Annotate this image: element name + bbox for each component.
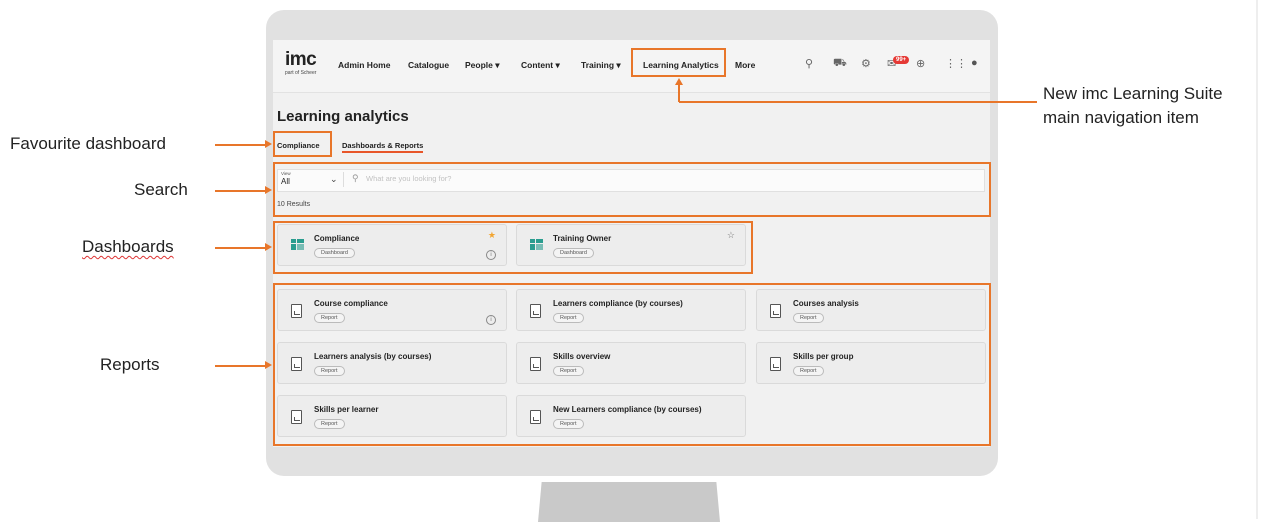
arrow-up-icon — [675, 78, 683, 85]
annotation-line — [215, 365, 265, 367]
monitor-stand — [538, 482, 720, 522]
nav-admin-home[interactable]: Admin Home — [338, 60, 390, 70]
highlight-reports — [273, 283, 991, 446]
search-icon[interactable]: ⚲ — [805, 57, 813, 70]
arrow-right-icon — [265, 361, 272, 369]
nav-people[interactable]: People ▾ — [465, 60, 500, 71]
page-edge-strip — [1256, 0, 1258, 519]
annotation-line — [679, 101, 1037, 103]
annotation-line — [215, 247, 265, 249]
gear-icon[interactable]: ⚙ — [861, 57, 871, 70]
cart-icon[interactable]: ⛟ — [833, 57, 847, 71]
nav-content[interactable]: Content ▾ — [521, 60, 560, 71]
highlight-favourite-tab — [273, 131, 332, 157]
annotation-reports: Reports — [100, 355, 160, 374]
active-tab-indicator — [342, 151, 423, 153]
globe-icon[interactable]: ⊕ — [916, 57, 925, 70]
highlight-dashboards — [273, 221, 753, 274]
annotation-nav-line2: main navigation item — [1043, 108, 1199, 127]
annotation-search: Search — [134, 180, 188, 199]
annotation-line — [678, 84, 680, 102]
annotation-dashboards: Dashboards — [82, 237, 174, 256]
highlight-search — [273, 162, 991, 217]
arrow-right-icon — [265, 186, 272, 194]
notification-badge: 99+ — [893, 56, 910, 64]
annotation-line — [215, 190, 265, 192]
logo-text: imc — [285, 49, 317, 70]
nav-training[interactable]: Training ▾ — [581, 60, 621, 71]
logo-subtext: part of Scheer — [285, 70, 317, 76]
highlight-nav-item — [631, 48, 726, 77]
annotation-favourite: Favourite dashboard — [10, 134, 166, 153]
annotation-nav-line1: New imc Learning Suite — [1043, 84, 1223, 103]
annotation-line — [215, 144, 265, 146]
apps-grid-icon[interactable]: ⋮⋮ — [945, 57, 967, 70]
avatar[interactable]: ● — [971, 57, 978, 69]
tab-dashboards-reports[interactable]: Dashboards & Reports — [342, 141, 423, 150]
nav-more[interactable]: More — [735, 60, 755, 70]
page-title: Learning analytics — [277, 108, 409, 125]
arrow-right-icon — [265, 243, 272, 251]
imc-logo[interactable]: imc part of Scheer — [285, 49, 317, 76]
nav-catalogue[interactable]: Catalogue — [408, 60, 449, 70]
arrow-right-icon — [265, 140, 272, 148]
